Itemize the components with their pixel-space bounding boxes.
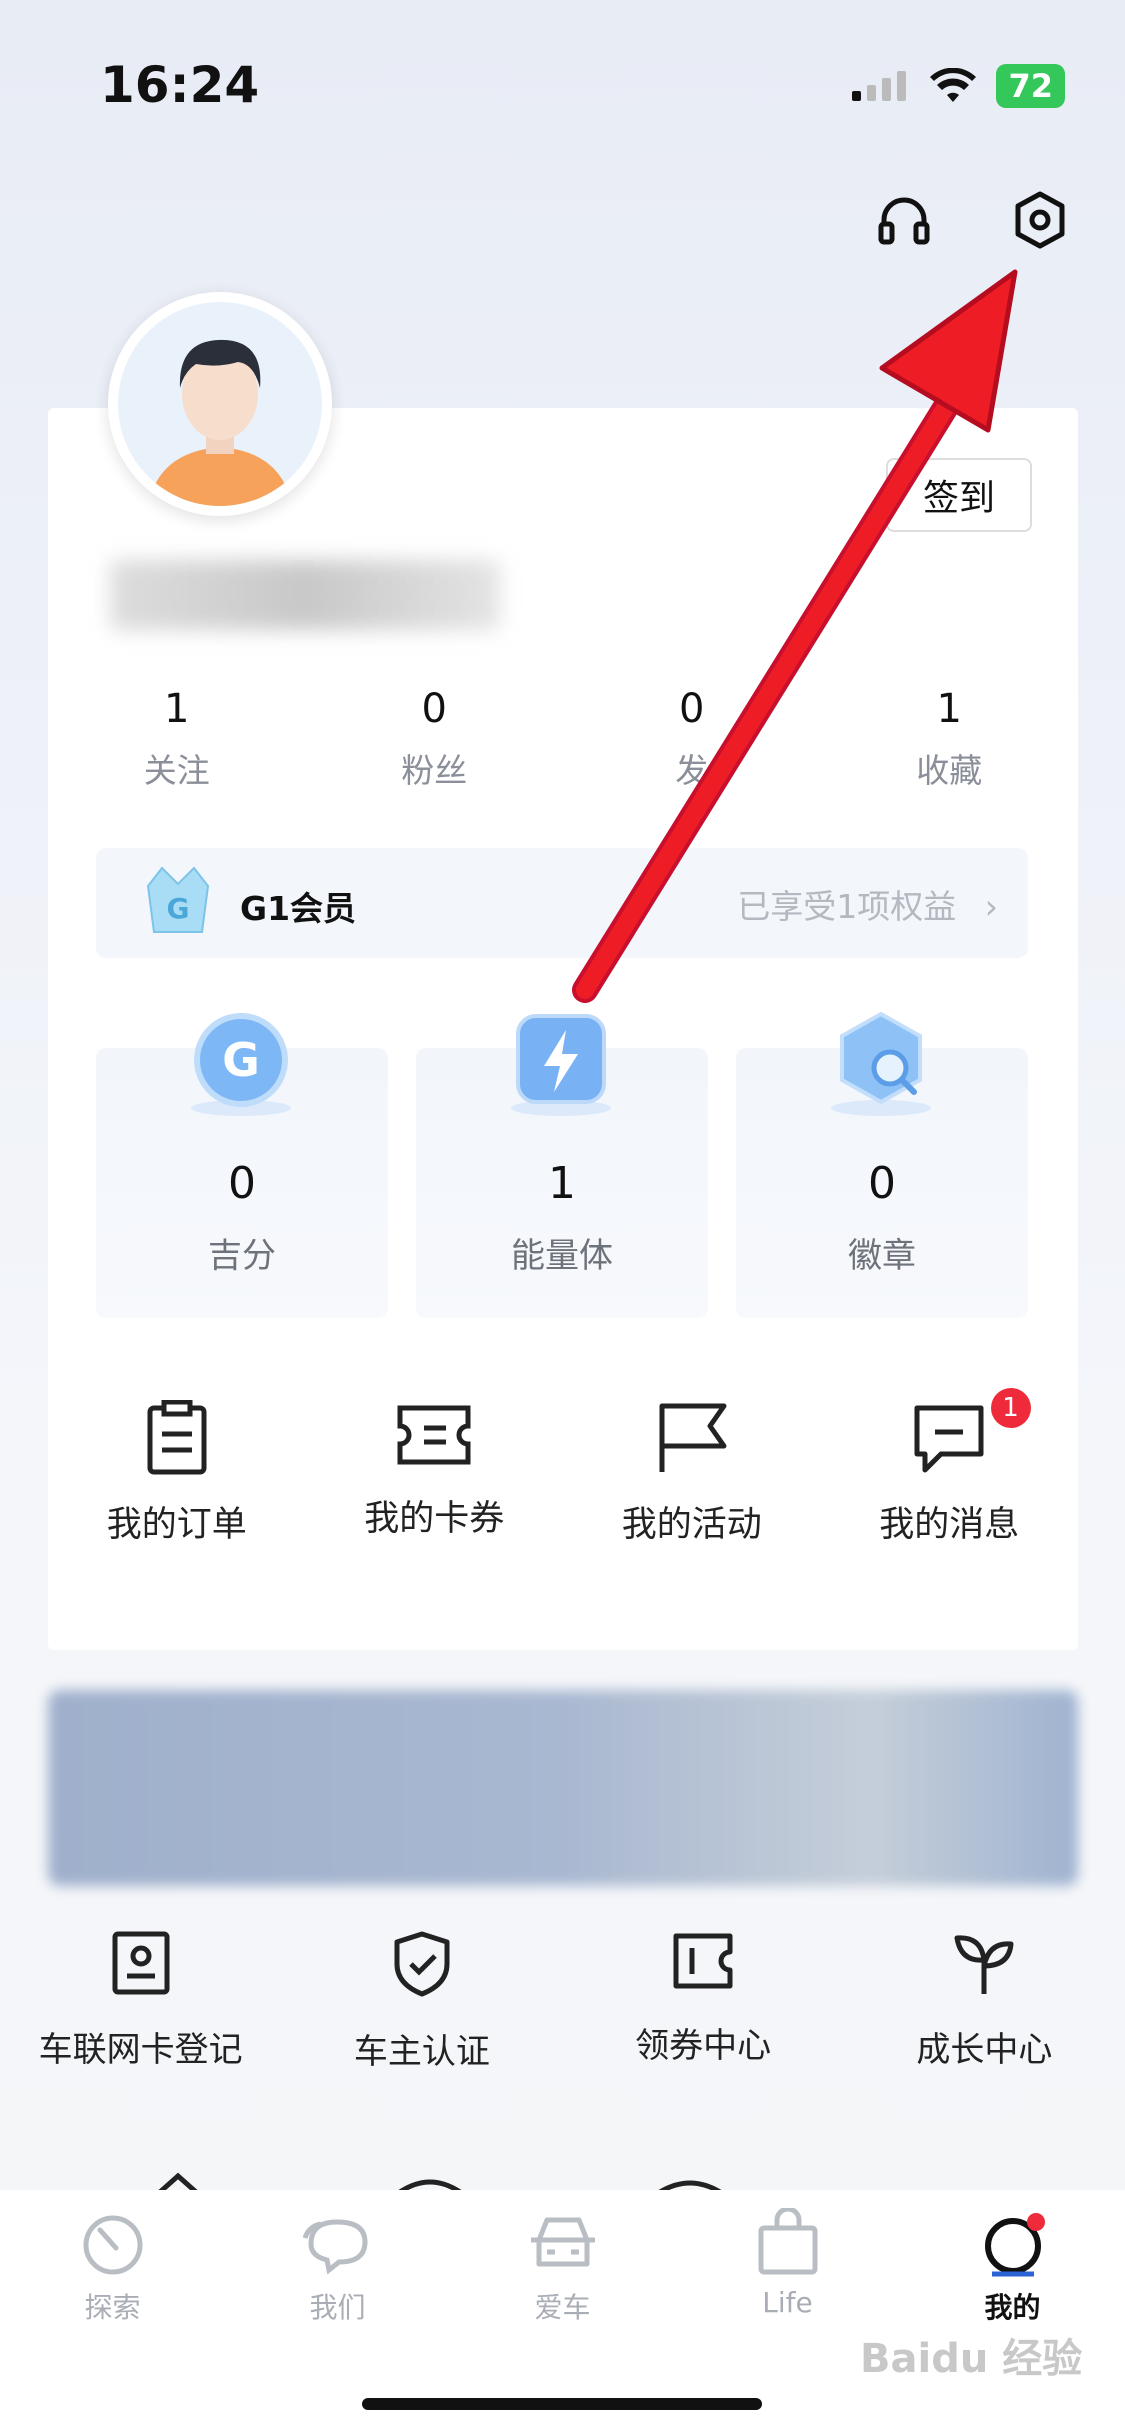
quick-actions: 我的订单 我的卡券 我的活动 1 我的消息 <box>48 1388 1079 1547</box>
compass-icon <box>83 2215 142 2275</box>
owner-verify-button[interactable]: 车主认证 <box>281 1930 562 2073</box>
ticket-icon <box>397 1405 471 1465</box>
growth-center-button[interactable]: 成长中心 <box>844 1930 1125 2073</box>
shield-check-icon <box>394 1931 450 1997</box>
svg-text:G: G <box>167 892 190 925</box>
stat-following[interactable]: 1 关注 <box>48 686 306 792</box>
badge-icon <box>831 1011 931 1116</box>
signal-icon <box>852 71 907 101</box>
tab-explore[interactable]: 探索 <box>0 2208 225 2326</box>
svg-text:G: G <box>222 1033 260 1087</box>
username-blurred <box>110 560 500 630</box>
flag-icon <box>659 1403 727 1472</box>
tab-mine[interactable]: 我的 <box>900 2208 1125 2326</box>
member-title: G1会员 <box>240 889 357 928</box>
headphones-icon[interactable] <box>876 192 932 248</box>
g-coin-icon: G <box>191 1013 291 1116</box>
watermark: Baidu 经验 <box>860 2336 1083 2382</box>
my-orders-button[interactable]: 我的订单 <box>48 1399 306 1547</box>
my-activities-button[interactable]: 我的活动 <box>563 1400 821 1547</box>
id-card-icon <box>112 1931 170 1995</box>
coupon-center-button[interactable]: 领券中心 <box>563 1930 844 2073</box>
bag-icon <box>758 2206 817 2275</box>
avatar-illustration <box>148 339 292 506</box>
battery-indicator: 72 <box>996 64 1065 108</box>
gear-icon[interactable] <box>1012 190 1068 250</box>
clipboard-icon <box>147 1399 207 1475</box>
home-indicator <box>362 2398 762 2410</box>
status-icons: 72 <box>850 64 1065 108</box>
tile-points[interactable]: G 0 吉分 <box>96 1013 388 1318</box>
tile-energy[interactable]: 1 能量体 <box>416 1014 708 1318</box>
member-banner[interactable]: G G1会员 已享受1项权益 › <box>96 848 1028 958</box>
sprout-icon <box>954 1935 1014 1994</box>
promo-banner-blurred[interactable] <box>48 1690 1078 1886</box>
tab-community[interactable]: 我们 <box>225 2208 450 2326</box>
message-icon <box>914 1405 984 1473</box>
wifi-icon <box>930 68 977 102</box>
tab-car[interactable]: 爱车 <box>450 2208 675 2326</box>
status-time: 16:24 <box>100 56 260 114</box>
avatar[interactable] <box>108 292 332 516</box>
my-coupons-button[interactable]: 我的卡券 <box>306 1400 564 1547</box>
car-icon <box>530 2217 595 2267</box>
services-row: 车联网卡登记 车主认证 领券中心 成长中心 <box>0 1930 1125 2073</box>
member-benefit-text: 已享受1项权益 <box>737 887 957 926</box>
coupon-icon <box>673 1933 733 1989</box>
sim-register-button[interactable]: 车联网卡登记 <box>0 1930 281 2073</box>
profile-ring-icon <box>984 2213 1045 2277</box>
tab-life[interactable]: Life <box>675 2206 900 2326</box>
chevron-right-icon: › <box>984 887 998 926</box>
chat-icon <box>302 2219 368 2275</box>
tile-badges[interactable]: 0 徽章 <box>736 1011 1028 1318</box>
stats-row: 1 关注 0 粉丝 0 发 1 收藏 <box>48 686 1078 792</box>
my-messages-button[interactable]: 1 我的消息 <box>821 1388 1079 1547</box>
member-benefit: 已享受1项权益 › <box>737 880 998 928</box>
stat-posts[interactable]: 0 发 <box>563 686 821 792</box>
energy-icon <box>511 1014 611 1116</box>
stat-favorites[interactable]: 1 收藏 <box>821 686 1079 792</box>
member-crown-icon: G <box>146 866 210 933</box>
stat-fans[interactable]: 0 粉丝 <box>306 686 564 792</box>
signin-button[interactable]: 签到 <box>886 458 1032 532</box>
message-badge: 1 <box>990 1388 1031 1428</box>
